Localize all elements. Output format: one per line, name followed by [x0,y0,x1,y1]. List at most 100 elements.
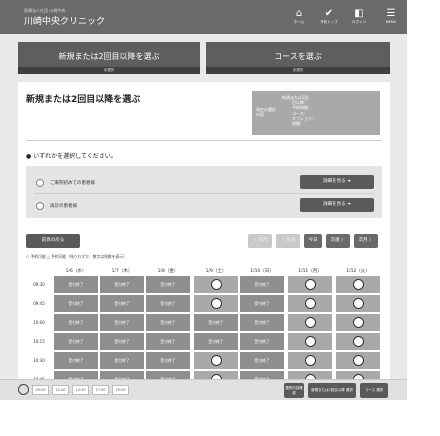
availability-legend: ○ 予約可能 △ 予約可能（残りわずか、数字は残数を表示） [26,254,127,259]
options-box: ご来院初めての患者様 詳細を見る ➜ 再診の患者様 詳細を見る ➜ [26,166,382,218]
available-circle-icon [352,354,364,366]
selection-rows: 新規または2回 目以降： 予約時間： コース： オプション： 総額： [282,95,316,126]
date-header: 1/10（日） [250,269,274,274]
step-status: 未選択 [206,67,390,74]
date-header: 1/6（水） [65,269,87,274]
menu-icon: ☰ [386,8,396,19]
closed-slot: 受付終了 [100,295,144,312]
prev-week-button[interactable]: 〈 前週 [276,234,300,248]
available-slot[interactable] [288,352,332,369]
confirm-selection-button[interactable]: 選択内容確認 [284,383,304,398]
closed-slot: 受付終了 [194,333,238,350]
available-circle-icon [352,316,364,328]
closed-slot: 受付終了 [54,333,98,350]
available-slot[interactable] [336,352,380,369]
home-label: ホーム [293,20,305,24]
available-circle-icon [352,278,364,290]
closed-slot: 受付終了 [146,295,190,312]
step-status: 未選択 [18,67,200,74]
home-nav[interactable]: ⌂ ホーム [286,8,312,25]
menu-label: MENU [385,20,397,24]
available-circle-icon [304,335,316,347]
closed-slot: 受付終了 [54,352,98,369]
time-chip[interactable]: 09:00 [32,385,49,395]
available-slot[interactable] [336,295,380,312]
login-nav[interactable]: ◧ ログイン [346,8,372,25]
step-new-or-return[interactable]: 新規または2回目以降を選ぶ 未選択 [18,42,200,74]
available-slot[interactable] [288,333,332,350]
available-slot[interactable] [194,276,238,293]
reservation-top-nav[interactable]: ✔ 予約トップ [316,8,342,25]
reservation-top-label: 予約トップ [320,20,338,24]
details-button[interactable]: 詳細を見る ➜ [300,175,374,189]
available-slot[interactable] [288,276,332,293]
date-header: 1/11（月） [298,269,322,274]
main-panel: 新規または2回目以降を選ぶ 現在の選択内容 新規または2回 目以降： 予約時間：… [18,82,390,388]
radio-button[interactable] [36,179,44,187]
available-circle-icon [304,354,316,366]
next-week-button[interactable]: 次週 〉 [326,234,350,248]
course-select-button[interactable]: コース 選択 [360,383,388,398]
site-header: 医療法人社団 川崎中央 川崎中央クリニック ⌂ ホーム ✔ 予約トップ ◧ ログ… [0,0,407,34]
check-icon: ✔ [324,8,334,19]
today-button[interactable]: 今日 [304,234,322,248]
login-icon: ◧ [354,8,364,19]
bottom-bar: 09:00 12:00 14:30 17:00 19:00 選択内容確認 新規ま… [0,379,407,400]
divider [34,193,374,194]
closed-slot: 受付終了 [54,314,98,331]
selection-heading: 現在の選択内容 [256,107,276,117]
closed-slot: 受付終了 [100,314,144,331]
available-slot[interactable] [194,352,238,369]
date-header: 1/9（土） [205,269,227,274]
time-label: 09:45 [33,301,45,306]
home-icon: ⌂ [295,8,303,19]
login-label: ログイン [352,20,366,24]
time-label: 10:00 [33,320,45,325]
available-circle-icon [210,354,222,366]
selection-prompt: ● いずれかを選択してください。 [26,153,117,160]
available-slot[interactable] [336,276,380,293]
time-chip[interactable]: 19:00 [112,385,129,395]
time-label: 10:30 [33,358,45,363]
step-title: コースを選ぶ [274,52,322,61]
next-month-button[interactable]: 次月 〉 [354,234,378,248]
option-first-visit[interactable]: ご来院初めての患者様 詳細を見る ➜ [34,174,374,192]
time-chip[interactable]: 14:30 [72,385,89,395]
time-label: 09:30 [33,282,45,287]
details-button[interactable]: 詳細を見る ➜ [300,198,374,212]
time-chip[interactable]: 12:00 [52,385,69,395]
step-course[interactable]: コースを選ぶ 未選択 [206,42,390,74]
closed-slot: 受付終了 [54,295,98,312]
closed-slot: 受付終了 [240,333,284,350]
back-button[interactable]: 前頁の戻る [26,234,80,248]
available-circle-icon [352,297,364,309]
available-circle-icon [352,335,364,347]
clinic-logo[interactable]: 川崎中央クリニック [24,14,105,27]
available-slot[interactable] [288,314,332,331]
available-slot[interactable] [336,314,380,331]
closed-slot: 受付終了 [146,276,190,293]
closed-slot: 受付終了 [240,276,284,293]
available-slot[interactable] [336,333,380,350]
closed-slot: 受付終了 [54,276,98,293]
option-return-visit[interactable]: 再診の患者様 詳細を見る ➜ [34,197,374,215]
date-header: 1/12（火） [346,269,370,274]
closed-slot: 受付終了 [100,333,144,350]
closed-slot: 受付終了 [240,314,284,331]
menu-nav[interactable]: ☰ MENU [378,8,404,24]
clock-icon [18,384,29,395]
date-header: 1/8（金） [157,269,179,274]
closed-slot: 受付終了 [100,352,144,369]
closed-slot: 受付終了 [146,333,190,350]
closed-slot: 受付終了 [100,276,144,293]
time-chip[interactable]: 17:00 [92,385,109,395]
available-slot[interactable] [194,295,238,312]
closed-slot: 受付終了 [194,314,238,331]
new-or-return-select-button[interactable]: 新規または2回目以降 選択 [308,383,356,398]
available-slot[interactable] [288,295,332,312]
available-circle-icon [304,316,316,328]
prev-month-button[interactable]: 〈 前月 [248,234,272,248]
available-circle-icon [210,297,222,309]
radio-button[interactable] [36,202,44,210]
closed-slot: 受付終了 [146,314,190,331]
